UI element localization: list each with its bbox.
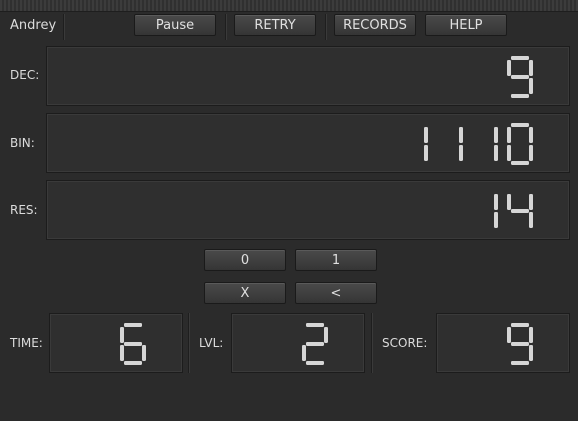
digit-segment	[511, 123, 529, 127]
dec-digits	[507, 56, 533, 98]
res-display	[46, 180, 570, 240]
digit-segment	[324, 327, 328, 343]
res-label: RES:	[10, 203, 38, 217]
score-digits	[507, 323, 533, 365]
digit-segment	[529, 127, 533, 143]
toolbar-separator	[63, 14, 65, 40]
time-display	[49, 313, 183, 373]
level-label: LVL:	[199, 336, 224, 350]
digit-segment	[529, 212, 533, 228]
time-label: TIME:	[10, 336, 43, 350]
digit-segment	[306, 323, 324, 327]
score-display	[436, 313, 570, 373]
digit-segment	[302, 345, 306, 361]
zero-button[interactable]: 0	[204, 249, 286, 271]
clear-button[interactable]: X	[204, 282, 286, 304]
digit-segment	[511, 209, 529, 213]
digit-segment	[529, 194, 533, 210]
time-digits	[120, 323, 146, 365]
digit-segment	[306, 342, 324, 346]
digit-segment	[529, 78, 533, 94]
pause-button[interactable]: Pause	[134, 14, 216, 36]
digit-segment	[459, 127, 463, 143]
digit-segment	[507, 194, 511, 210]
toolbar-separator	[325, 14, 327, 40]
digit-segment	[494, 145, 498, 161]
digit-segment	[424, 145, 428, 161]
records-button[interactable]: RECORDS	[334, 14, 416, 36]
stats-separator	[188, 313, 190, 373]
dec-label: DEC:	[10, 68, 40, 82]
digit-segment	[494, 194, 498, 210]
backspace-button[interactable]: <	[295, 282, 377, 304]
digit-segment	[529, 60, 533, 76]
dec-display	[46, 46, 570, 106]
digit-segment	[124, 361, 142, 365]
digit-segment	[459, 145, 463, 161]
digit-segment	[507, 327, 511, 343]
res-digits	[494, 194, 533, 228]
help-button[interactable]: HELP	[425, 14, 507, 36]
digit-segment	[142, 345, 146, 361]
score-label: SCORE:	[382, 336, 428, 350]
digit-segment	[507, 60, 511, 76]
digit-segment	[424, 127, 428, 143]
title-bar[interactable]	[0, 0, 578, 12]
bin-display	[46, 113, 570, 173]
digit-segment	[529, 345, 533, 361]
digit-segment	[124, 342, 142, 346]
digit-segment	[511, 342, 529, 346]
digit-segment	[120, 345, 124, 361]
digit-segment	[529, 327, 533, 343]
digit-segment	[306, 361, 324, 365]
digit-segment	[511, 56, 529, 60]
level-display	[231, 313, 365, 373]
digit-segment	[124, 323, 142, 327]
digit-segment	[511, 161, 529, 165]
digit-segment	[511, 361, 529, 365]
one-button[interactable]: 1	[295, 249, 377, 271]
toolbar-separator	[225, 14, 227, 40]
retry-button[interactable]: RETRY	[234, 14, 316, 36]
bin-digits	[424, 123, 533, 165]
bin-label: BIN:	[10, 136, 35, 150]
player-name: Andrey	[10, 18, 57, 33]
digit-segment	[507, 145, 511, 161]
level-digits	[302, 323, 328, 365]
digit-segment	[494, 127, 498, 143]
digit-segment	[511, 94, 529, 98]
stats-separator	[371, 313, 373, 373]
digit-segment	[507, 127, 511, 143]
digit-segment	[529, 145, 533, 161]
digit-segment	[494, 212, 498, 228]
digit-segment	[120, 327, 124, 343]
digit-segment	[511, 323, 529, 327]
digit-segment	[511, 75, 529, 79]
